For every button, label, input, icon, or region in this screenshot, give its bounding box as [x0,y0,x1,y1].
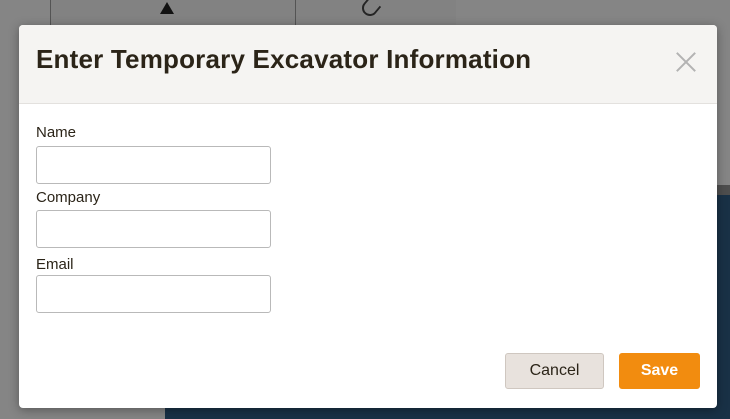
cancel-button[interactable]: Cancel [505,353,604,389]
company-label: Company [36,189,101,206]
name-label: Name [36,124,77,141]
dialog-header: Enter Temporary Excavator Information [19,25,717,104]
email-label: Email [36,256,74,273]
close-icon[interactable] [673,49,699,75]
name-input[interactable] [36,146,271,184]
dialog-title: Enter Temporary Excavator Information [36,44,532,74]
save-button[interactable]: Save [619,353,700,389]
email-input[interactable] [36,275,271,313]
temporary-excavator-dialog: Enter Temporary Excavator Information Na… [19,25,717,408]
screen: Enter Temporary Excavator Information Na… [0,0,730,419]
company-input[interactable] [36,210,271,248]
